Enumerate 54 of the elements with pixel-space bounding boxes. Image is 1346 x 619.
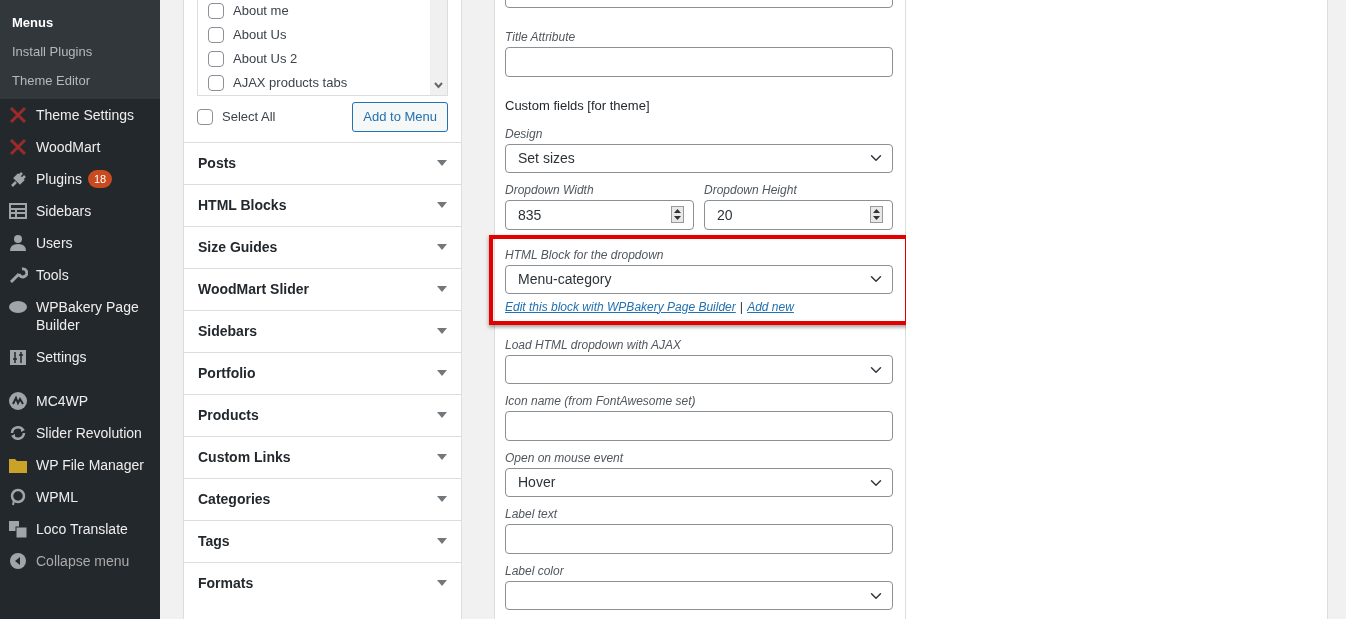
field-label: HTML Block for the dropdown [505, 246, 665, 263]
field-label: Label color [505, 563, 565, 579]
menu-item[interactable]: WPML [0, 481, 160, 513]
accordion-section[interactable]: Formats [184, 561, 461, 604]
accordion-section[interactable]: Products [184, 393, 461, 436]
field-label: Load HTML dropdown with AJAX [505, 337, 683, 353]
field-label: Dropdown Width [505, 181, 595, 198]
checklist-item[interactable]: About Us [198, 23, 447, 47]
accordion-section[interactable]: Custom Links [184, 435, 461, 478]
menu-item[interactable]: Plugins 18 [0, 163, 160, 195]
menu-item[interactable]: WoodMart [0, 131, 160, 163]
menu-item[interactable]: MC4WP [0, 385, 160, 417]
checklist-item[interactable]: About Us 2 [198, 47, 447, 71]
text-link[interactable]: Edit this block with WPBakery Page Builder [505, 299, 736, 314]
submenu-item[interactable]: Theme Editor [0, 66, 160, 95]
menu-item[interactable]: Settings [0, 341, 160, 373]
accordion-section[interactable]: Tags [184, 519, 461, 562]
count-badge: 18 [87, 170, 113, 188]
collapse-menu-button[interactable]: Collapse menu [0, 545, 160, 577]
menu-item[interactable]: Theme Settings [0, 99, 160, 131]
field-label: Label text [505, 506, 559, 522]
menu-item[interactable]: Loco Translate [0, 513, 160, 545]
dropdown[interactable]: Set sizes [505, 143, 893, 173]
menu-item[interactable]: Slider Revolution [0, 417, 160, 449]
menu-item[interactable]: Sidebars [0, 195, 160, 227]
submenu-item[interactable]: Install Plugins [0, 37, 160, 66]
accordion-section[interactable]: Size Guides [184, 225, 461, 268]
field-label: Icon name (from FontAwesome set) [505, 393, 697, 409]
submenu-item[interactable]: Menus [0, 8, 160, 37]
accordion-section[interactable]: HTML Blocks [184, 183, 461, 226]
select-all-checkbox[interactable]: Select All [197, 104, 276, 129]
field-label: Title Attribute [505, 29, 577, 45]
accordion-section[interactable]: Categories [184, 477, 461, 520]
menu-item[interactable]: WP File Manager [0, 449, 160, 481]
accordion-section[interactable]: Posts [184, 141, 461, 184]
checklist-item[interactable]: About me [198, 0, 447, 23]
field-label: Design [505, 125, 544, 142]
add-to-menu-button[interactable]: Add to Menu [352, 102, 448, 132]
field-label: Open on mouse event [505, 450, 625, 466]
separator-text: | [739, 298, 744, 314]
accordion-section[interactable]: Portfolio [184, 351, 461, 394]
dropdown[interactable]: Menu-category [505, 264, 893, 294]
menu-item[interactable]: Users [0, 227, 160, 259]
menu-item[interactable]: WPBakery Page Builder [0, 291, 160, 341]
accordion-section[interactable]: Sidebars [184, 309, 461, 352]
menu-item[interactable]: Tools [0, 259, 160, 291]
section-heading: Custom fields [for theme] [505, 97, 651, 115]
number-field[interactable]: 835 [505, 199, 694, 230]
accordion-section[interactable]: WoodMart Slider [184, 267, 461, 310]
field-label: Dropdown Height [704, 181, 798, 198]
checklist-item[interactable]: AJAX products tabs [198, 71, 447, 95]
text-link[interactable]: Add new [747, 299, 794, 314]
number-field[interactable]: 20 [704, 199, 893, 230]
dropdown[interactable]: Hover [505, 468, 893, 497]
